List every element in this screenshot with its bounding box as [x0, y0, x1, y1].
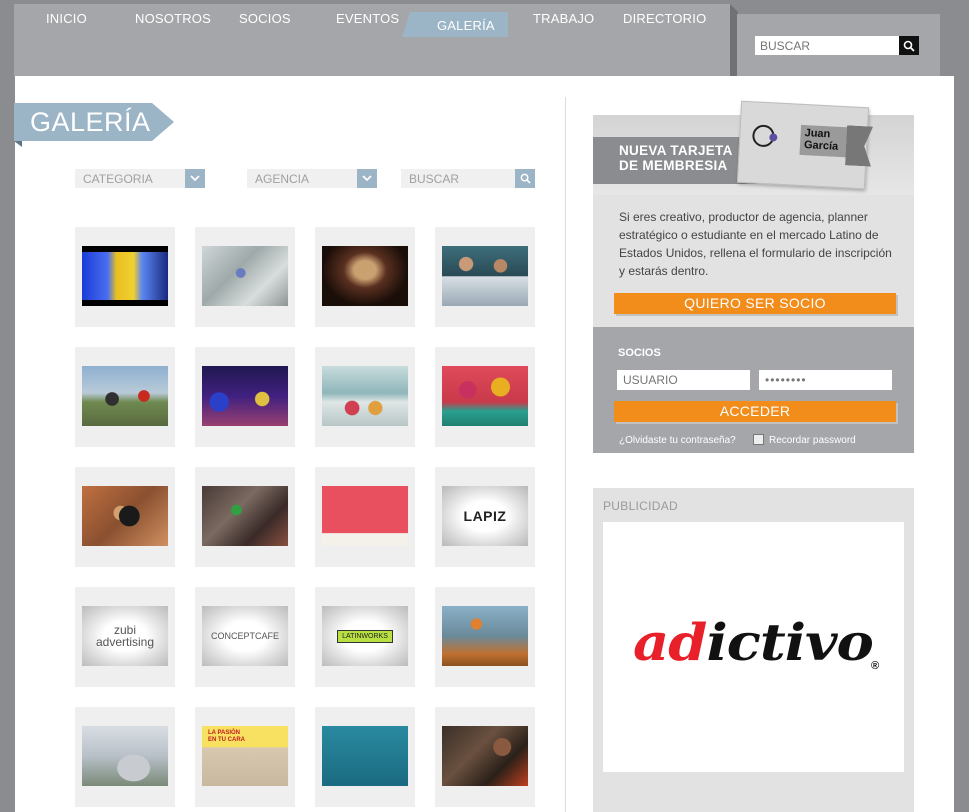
nav-item-galeria[interactable]: GALERÍA: [437, 18, 495, 33]
gallery-thumbnail[interactable]: CONCEPTCAFE: [195, 587, 295, 687]
search-icon: [903, 40, 915, 52]
video-thumbnail-image: [442, 246, 528, 306]
gallery-search-input[interactable]: BUSCAR: [401, 169, 516, 188]
video-thumbnail-image: [322, 246, 408, 306]
top-search-input[interactable]: [755, 36, 900, 55]
gallery-thumbnail[interactable]: [315, 227, 415, 327]
nav-item-nosotros[interactable]: NOSOTROS: [135, 11, 211, 26]
thumbnail-logo-text: LATINWORKS: [337, 629, 393, 643]
nav-item-trabajo[interactable]: TRABAJO: [533, 11, 594, 26]
gallery-thumbnail[interactable]: [435, 707, 535, 807]
search-icon: [520, 173, 531, 184]
ribbon-title-line2: DE MEMBRESIA: [619, 158, 728, 173]
video-thumbnail-image: [442, 726, 528, 786]
thumbnail-logo-text: LAPIZ: [463, 508, 507, 524]
category-select[interactable]: CATEGORIA: [75, 169, 186, 188]
adictivo-logo: adictivo: [633, 613, 874, 673]
remember-label: Recordar password: [769, 435, 856, 446]
thumbnail-logo-text: CONCEPTCAFE: [210, 631, 279, 641]
agency-dropdown-button[interactable]: [357, 169, 377, 188]
login-button[interactable]: ACCEDER: [614, 401, 896, 422]
page-title: GALERÍA: [30, 107, 151, 137]
forgot-password-link[interactable]: ¿Olvidaste tu contraseña?: [619, 435, 736, 446]
gallery-thumbnail[interactable]: [315, 347, 415, 447]
video-thumbnail-image: LA PASIÓN EN TU CARA: [202, 726, 288, 786]
chevron-down-icon: [362, 175, 372, 182]
password-input[interactable]: [759, 370, 892, 390]
gallery-thumbnail[interactable]: LAPIZ: [435, 467, 535, 567]
video-thumbnail-image: [82, 366, 168, 426]
top-search-button[interactable]: [899, 36, 919, 55]
nav-item-socios[interactable]: SOCIOS: [239, 11, 291, 26]
username-input[interactable]: [617, 370, 750, 390]
video-thumbnail-image: [82, 726, 168, 786]
nav-item-directorio[interactable]: DIRECTORIO: [623, 11, 706, 26]
gallery-thumbnail[interactable]: [195, 347, 295, 447]
video-thumbnail-image: LATINWORKS: [322, 606, 408, 666]
gallery-thumbnail[interactable]: LATINWORKS: [315, 587, 415, 687]
video-thumbnail-image: [322, 486, 408, 546]
nav-item-inicio[interactable]: INICIO: [46, 11, 87, 26]
ads-label: PUBLICIDAD: [603, 499, 679, 513]
video-thumbnail-image: [202, 246, 288, 306]
remember-checkbox[interactable]: [753, 434, 764, 445]
gallery-thumbnail[interactable]: [435, 587, 535, 687]
gallery-thumbnail[interactable]: [315, 467, 415, 567]
gallery-thumbnail[interactable]: [435, 227, 535, 327]
video-thumbnail-image: [82, 486, 168, 546]
gallery-thumbnail[interactable]: [315, 707, 415, 807]
gallery-thumbnail[interactable]: LA PASIÓN EN TU CARA: [195, 707, 295, 807]
gallery-thumbnail[interactable]: [435, 347, 535, 447]
column-divider: [565, 97, 566, 812]
video-thumbnail-image: [82, 246, 168, 306]
video-thumbnail-image: [442, 366, 528, 426]
gallery-thumbnail[interactable]: [75, 707, 175, 807]
gallery-thumbnail[interactable]: [75, 467, 175, 567]
video-thumbnail-image: [322, 726, 408, 786]
login-section-label: SOCIOS: [618, 347, 661, 359]
membership-card-image: Juan García: [736, 100, 869, 190]
ribbon-title-line1: NUEVA TARJETA: [619, 143, 733, 158]
category-dropdown-button[interactable]: [185, 169, 205, 188]
agency-select[interactable]: AGENCIA: [247, 169, 358, 188]
chevron-down-icon: [190, 175, 200, 182]
video-thumbnail-image: [202, 486, 288, 546]
video-thumbnail-image: [322, 366, 408, 426]
top-bar: INICIO NOSOTROS SOCIOS EVENTOS GALERÍA T…: [0, 0, 969, 76]
video-thumbnail-image: CONCEPTCAFE: [202, 606, 288, 666]
video-thumbnail-image: [442, 606, 528, 666]
gallery-thumbnail[interactable]: [195, 467, 295, 567]
video-thumbnail-image: [202, 366, 288, 426]
gallery-title-banner: GALERÍA: [14, 103, 174, 147]
membership-description: Si eres creativo, productor de agencia, …: [619, 210, 892, 278]
gallery-thumbnail[interactable]: [75, 227, 175, 327]
video-thumbnail-image: LAPIZ: [442, 486, 528, 546]
nav-item-eventos[interactable]: EVENTOS: [336, 11, 399, 26]
gallery-thumbnail[interactable]: [75, 347, 175, 447]
gallery-thumbnail[interactable]: [195, 227, 295, 327]
registered-mark: ®: [871, 660, 880, 672]
video-thumbnail-image: zubi advertising: [82, 606, 168, 666]
gallery-search-button[interactable]: [515, 169, 535, 188]
ad-banner[interactable]: adictivo ®: [603, 522, 904, 772]
gallery-thumbnail[interactable]: zubi advertising: [75, 587, 175, 687]
thumbnail-logo-text: LA PASIÓN EN TU CARA: [208, 730, 245, 743]
thumbnail-logo-text: zubi advertising: [95, 623, 155, 649]
join-button[interactable]: QUIERO SER SOCIO: [614, 293, 896, 314]
